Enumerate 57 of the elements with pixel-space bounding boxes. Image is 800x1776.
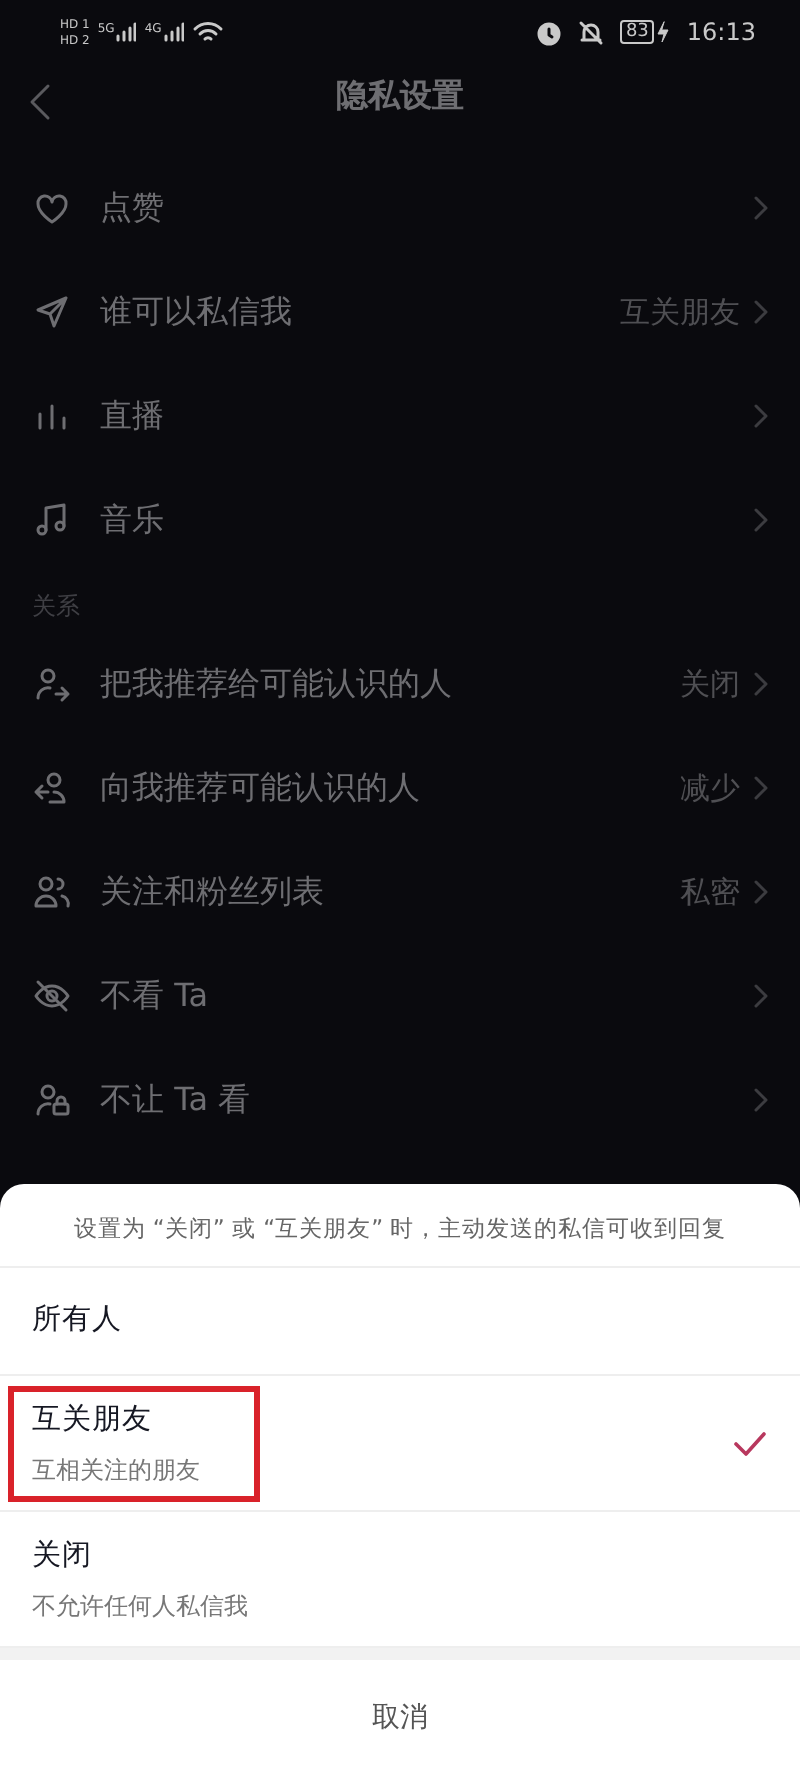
option-description: 互相关注的朋友	[32, 1453, 200, 1488]
wifi-icon	[191, 20, 224, 44]
settings-row[interactable]: 谁可以私信我 互关朋友	[0, 260, 800, 364]
row-value: 减少	[680, 767, 740, 810]
row-value: 关闭	[680, 663, 740, 706]
chevron-icon	[752, 982, 768, 1010]
person-share-icon	[32, 664, 72, 704]
page-title: 隐私设置	[336, 74, 464, 118]
signal-icon	[161, 22, 184, 42]
row-label: 向我推荐可能认识的人	[100, 766, 422, 810]
row-label: 关注和粉丝列表	[100, 870, 326, 914]
option-row[interactable]: 所有人	[0, 1268, 800, 1377]
row-value: 互关朋友	[620, 291, 740, 334]
row-label: 不看 Ta	[100, 974, 211, 1018]
row-label: 把我推荐给可能认识的人	[100, 662, 454, 706]
row-label: 谁可以私信我	[100, 290, 294, 334]
settings-row[interactable]: 直播	[0, 364, 800, 468]
alarm-icon	[535, 19, 562, 45]
check-icon	[732, 1429, 768, 1458]
row-label: 音乐	[100, 498, 166, 542]
row-value: 私密	[680, 871, 740, 914]
settings-row[interactable]: 把我推荐给可能认识的人 关闭	[0, 632, 800, 736]
settings-row[interactable]: 音乐	[0, 468, 800, 572]
option-label: 互关朋友	[32, 1401, 154, 1440]
settings-row[interactable]: 向我推荐可能认识的人 减少	[0, 736, 800, 840]
chevron-icon	[752, 1086, 768, 1114]
chevron-icon	[752, 298, 768, 326]
option-row[interactable]: 互关朋友 互相关注的朋友	[0, 1376, 800, 1513]
chevron-icon	[752, 402, 768, 430]
option-label: 关闭	[32, 1537, 94, 1576]
chevron-icon	[752, 670, 768, 698]
settings-row[interactable]: 关注和粉丝列表 私密	[0, 840, 800, 944]
row-label: 不让 Ta 看	[100, 1078, 253, 1122]
status-time: 16:13	[686, 16, 756, 50]
row-label: 点赞	[100, 186, 166, 230]
battery-level: 83	[619, 20, 655, 44]
bell-off-icon	[577, 19, 604, 45]
hint-text: 设置为 “关闭” 或 “互关朋友” 时，主动发送的私信可收到回复	[0, 1184, 800, 1269]
people-icon	[32, 872, 72, 912]
chevron-icon	[752, 506, 768, 534]
row-label: 直播	[100, 394, 166, 438]
music-note-icon	[32, 500, 72, 540]
heart-icon	[32, 188, 72, 228]
option-description: 不允许任何人私信我	[32, 1589, 248, 1624]
chevron-icon	[752, 878, 768, 906]
option-label: 所有人	[32, 1301, 122, 1340]
chevron-icon	[752, 774, 768, 802]
back-icon	[28, 81, 52, 122]
settings-row[interactable]: 不让 Ta 看	[0, 1048, 800, 1152]
person-lock-icon	[32, 1080, 72, 1120]
settings-row[interactable]: 不看 Ta	[0, 944, 800, 1048]
chevron-icon	[752, 194, 768, 222]
send-icon	[32, 292, 72, 332]
settings-row[interactable]: 点赞	[0, 156, 800, 260]
eye-off-icon	[32, 976, 72, 1016]
charging-icon	[654, 20, 671, 44]
signal-icon	[114, 22, 137, 42]
